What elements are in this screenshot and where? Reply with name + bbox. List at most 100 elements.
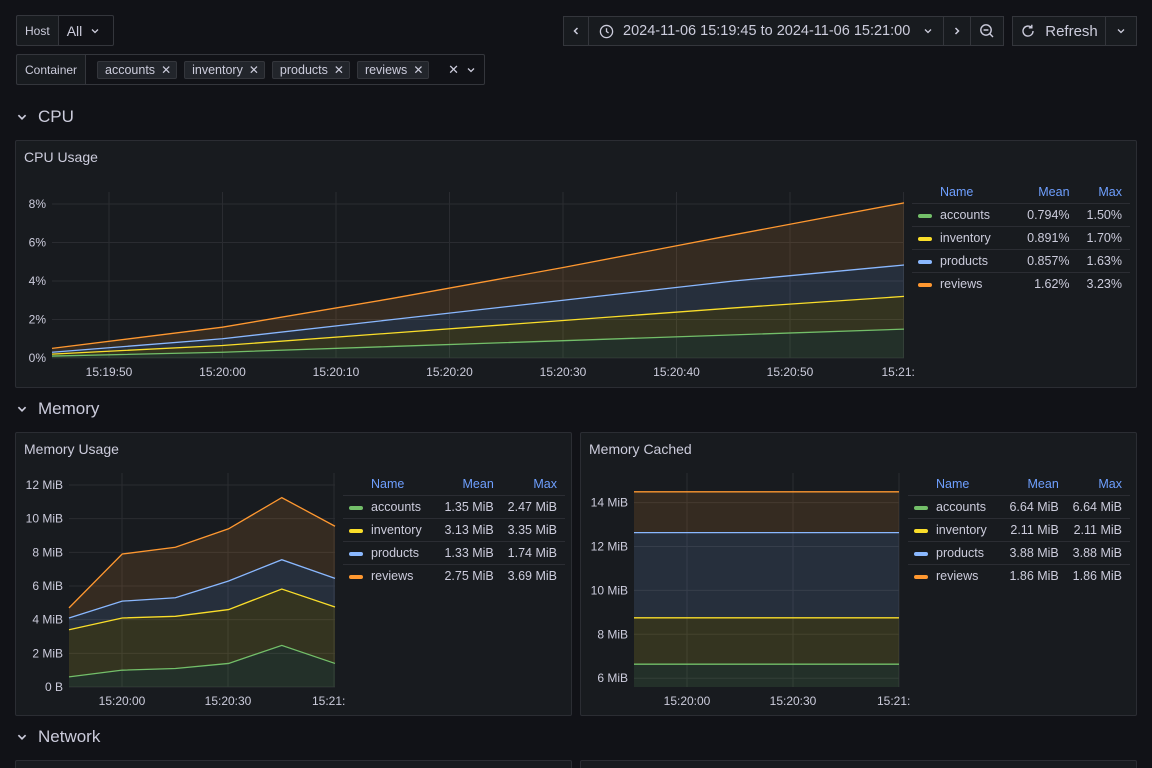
legend-header-max[interactable]: Max [1067,473,1130,496]
legend-row[interactable]: accounts 6.64 MiB 6.64 MiB [908,495,1130,519]
legend-max-value: 3.88 MiB [1066,541,1130,565]
legend-row[interactable]: inventory 2.11 MiB 2.11 MiB [908,518,1130,542]
legend-row[interactable]: accounts 0.794% 1.50% [912,203,1130,227]
chevron-right-icon [954,27,960,35]
legend-header-mean[interactable]: Mean [1004,473,1067,496]
legend-table: Name Mean Max accounts 6.64 MiB 6.64 MiB inven… [908,473,1130,588]
legend-row[interactable]: accounts 1.35 MiB 2.47 MiB [343,495,565,519]
refresh-interval-button[interactable] [1105,16,1137,46]
legend-max-value: 1.70% [1077,226,1130,250]
legend-row[interactable]: inventory 3.13 MiB 3.35 MiB [343,518,565,542]
legend-series-name[interactable]: accounts [908,495,1004,519]
remove-chip-icon[interactable]: ✕ [413,63,423,77]
y-tick-label: 2 MiB [32,646,63,660]
legend-max-value: 1.63% [1077,249,1130,273]
legend-swatch [349,528,363,533]
y-tick-label: 6 MiB [597,671,628,685]
x-tick-label: 15:20:00 [99,694,146,708]
chip-label: reviews [364,62,408,77]
y-tick-label: 10 MiB [26,512,63,526]
legend-series-name[interactable]: products [912,249,1017,273]
legend-row[interactable]: products 1.33 MiB 1.74 MiB [343,541,565,565]
legend-header-name[interactable]: Name [343,473,439,496]
legend-mean-value: 0.891% [1016,226,1078,250]
legend-series-name[interactable]: reviews [908,564,1004,588]
series-area-inventory [634,617,899,665]
legend-series-name[interactable]: inventory [912,226,1017,250]
container-chip[interactable]: inventory ✕ [184,60,265,79]
time-range-picker[interactable]: 2024-11-06 15:19:45 to 2024-11-06 15:21:… [588,16,944,46]
y-tick-label: 6% [29,236,47,250]
chip-label: products [279,62,328,77]
legend-row[interactable]: reviews 1.86 MiB 1.86 MiB [908,564,1130,588]
y-tick-label: 6 MiB [32,579,63,593]
legend-series-name[interactable]: inventory [908,518,1004,542]
legend-mean-value: 1.33 MiB [438,541,502,565]
legend-series-name[interactable]: products [908,541,1004,565]
time-back-button[interactable] [563,16,589,46]
series-area-accounts [634,664,899,687]
legend-row[interactable]: products 3.88 MiB 3.88 MiB [908,541,1130,565]
series-area-products [634,532,899,618]
legend-header-max[interactable]: Max [1078,181,1130,204]
legend-mean-value: 1.62% [1016,272,1078,296]
remove-chip-icon[interactable]: ✕ [161,63,171,77]
legend-mean-value: 0.857% [1016,249,1078,273]
time-forward-button[interactable] [943,16,971,46]
legend-max-value: 2.11 MiB [1066,518,1130,542]
legend-header-max[interactable]: Max [502,473,565,496]
legend-row[interactable]: reviews 2.75 MiB 3.69 MiB [343,564,565,588]
row-header-cpu[interactable]: CPU [16,107,74,127]
cpu-usage-legend: Name Mean Max accounts 0.794% 1.50% inventory 0… [912,181,1130,296]
chevron-down-icon [91,28,99,33]
legend-header-mean[interactable]: Mean [439,473,502,496]
chevron-down-icon [924,29,932,34]
clear-all-icon[interactable]: ✕ [448,62,459,78]
host-variable-label: Host [16,15,58,46]
legend-swatch [349,551,363,556]
network-panel-right [580,760,1137,768]
x-tick-label: 15:20:00 [199,365,246,379]
refresh-button[interactable]: Refresh [1012,16,1106,46]
legend-swatch [918,213,932,218]
container-chip[interactable]: products ✕ [271,60,350,79]
y-tick-label: 4 MiB [32,613,63,627]
legend-swatch [918,259,932,264]
x-tick-label: 15:20:50 [767,365,814,379]
legend-header-mean[interactable]: Mean [1017,181,1078,204]
row-header-network[interactable]: Network [16,727,100,747]
legend-mean-value: 1.86 MiB [1003,564,1067,588]
legend-series-name[interactable]: products [343,541,439,565]
x-tick-label: 15:21: [312,694,345,708]
x-tick-label: 15:20:30 [770,694,817,708]
legend-row[interactable]: products 0.857% 1.63% [912,249,1130,273]
legend-row[interactable]: inventory 0.891% 1.70% [912,226,1130,250]
x-tick-label: 15:19:50 [86,365,133,379]
row-header-memory[interactable]: Memory [16,399,99,419]
refresh-label: Refresh [1045,22,1098,40]
remove-chip-icon[interactable]: ✕ [249,63,259,77]
legend-swatch [914,551,928,556]
legend-row[interactable]: reviews 1.62% 3.23% [912,272,1130,296]
container-variable-label: Container [16,54,86,85]
legend-max-value: 1.50% [1077,203,1130,227]
container-chip[interactable]: reviews ✕ [356,60,430,79]
x-tick-label: 15:21: [882,365,915,379]
x-tick-label: 15:20:30 [540,365,587,379]
remove-chip-icon[interactable]: ✕ [334,63,344,77]
host-select[interactable]: All [57,15,114,46]
zoom-out-button[interactable] [970,16,1004,46]
legend-table: Name Mean Max accounts 0.794% 1.50% inventory 0… [912,181,1130,296]
legend-header-name[interactable]: Name [912,181,1017,204]
container-chip[interactable]: accounts ✕ [97,60,178,79]
legend-series-name[interactable]: inventory [343,518,439,542]
legend-series-name[interactable]: accounts [343,495,439,519]
series-area-reviews [634,491,899,533]
x-tick-label: 15:20:10 [313,365,360,379]
legend-series-name[interactable]: accounts [912,203,1017,227]
legend-series-name[interactable]: reviews [343,564,439,588]
legend-header-name[interactable]: Name [908,473,1004,496]
legend-series-name[interactable]: reviews [912,272,1017,296]
container-multiselect[interactable]: accounts ✕ inventory ✕ products ✕ reviews ✕ … [85,54,486,85]
legend-max-value: 1.74 MiB [501,541,565,565]
